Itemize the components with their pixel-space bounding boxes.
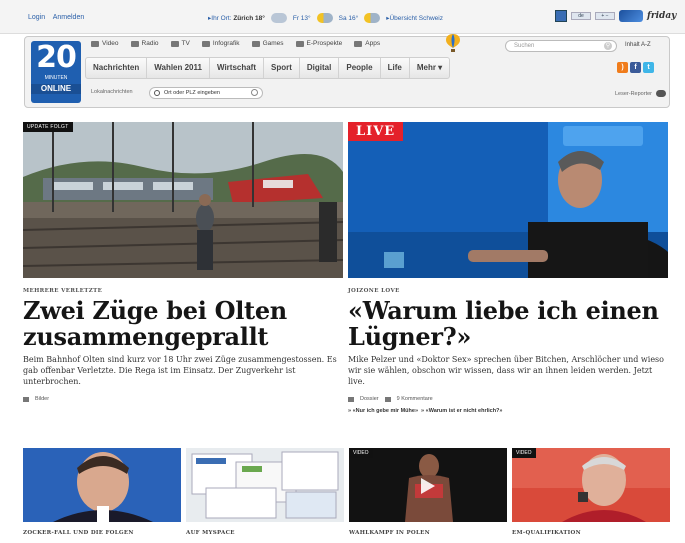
- partly-sunny-icon: [316, 13, 333, 23]
- partner-logo-icon[interactable]: [619, 10, 643, 22]
- partly-sunny-icon: [364, 13, 381, 23]
- weather-widget: ▸Ihr Ort: Zürich 18° Fr 13° Sa 16° ▸Über…: [208, 13, 443, 23]
- teaser-photo: [186, 448, 344, 522]
- radio-icon: [130, 40, 139, 47]
- video-icon: [91, 40, 99, 47]
- tab-mehr[interactable]: Mehr ▾: [410, 58, 449, 78]
- teaser-photo: [23, 448, 181, 522]
- tab-sport[interactable]: Sport: [264, 58, 300, 78]
- story-meta: Dossier 9 Kommentare: [348, 396, 433, 402]
- search-icon[interactable]: ⚲: [604, 42, 612, 50]
- balloon-icon[interactable]: [445, 33, 461, 53]
- live-badge: LIVE: [348, 122, 404, 141]
- story-kicker: JOIZONE LOVE: [348, 288, 400, 294]
- login-link[interactable]: Login: [28, 14, 45, 21]
- video-badge: VIDEO: [349, 448, 373, 458]
- service-apps[interactable]: Apps: [354, 40, 380, 47]
- register-link[interactable]: Anmelden: [53, 14, 85, 21]
- language-select[interactable]: de: [571, 12, 591, 20]
- phone-icon: [354, 40, 363, 47]
- facebook-icon[interactable]: f: [630, 62, 641, 73]
- teaser-photo: [512, 448, 670, 522]
- tab-wahlen[interactable]: Wahlen 2011: [147, 58, 210, 78]
- dossier-link[interactable]: Dossier: [360, 396, 379, 402]
- index-link[interactable]: Inhalt A-Z: [625, 42, 651, 48]
- friday-logo[interactable]: friday: [647, 11, 676, 21]
- social-links: ) f t: [617, 62, 654, 73]
- chart-icon: [201, 40, 210, 47]
- service-video[interactable]: Video: [91, 40, 119, 47]
- widget-icon[interactable]: [555, 10, 567, 22]
- story-headline[interactable]: «Warum liebe ich einen Lügner?»: [348, 298, 668, 350]
- teaser-kicker: EM-QUALIFIKATION: [512, 530, 581, 536]
- speech-bubble-icon: [656, 90, 666, 97]
- brochure-icon: [295, 40, 304, 47]
- teaser-kicker: ZOCKER-FALL UND DIE FOLGEN: [23, 530, 134, 536]
- dossier-icon: [348, 396, 354, 402]
- tab-life[interactable]: Life: [381, 58, 410, 78]
- tab-nachrichten[interactable]: Nachrichten: [86, 58, 148, 78]
- train-crash-photo: [23, 122, 343, 278]
- story-lead: Mike Pelzer und «Doktor Sex» sprechen üb…: [348, 355, 664, 386]
- tab-digital[interactable]: Digital: [300, 58, 340, 78]
- clear-icon[interactable]: [251, 89, 258, 96]
- teaser-card[interactable]: [23, 448, 181, 522]
- teaser-card[interactable]: VIDEO: [512, 448, 670, 522]
- forecast-day-2: Sa 16°: [338, 14, 359, 22]
- search-icon: [154, 90, 160, 96]
- tv-icon: [170, 40, 179, 47]
- cloud-icon: [270, 13, 287, 23]
- service-infografik[interactable]: Infografik: [201, 40, 240, 47]
- story-lead: Beim Bahnhof Olten sind kurz vor 18 Uhr …: [23, 355, 337, 386]
- service-tv[interactable]: TV: [170, 40, 190, 47]
- font-size-control[interactable]: + −: [595, 12, 615, 20]
- reader-reporter-link[interactable]: Leser-Reporter: [615, 90, 666, 97]
- tab-wirtschaft[interactable]: Wirtschaft: [210, 58, 265, 78]
- service-eprospekte[interactable]: E-Prospekte: [295, 40, 342, 47]
- story-meta[interactable]: Bilder: [23, 396, 49, 402]
- search-input[interactable]: Suchen ⚲: [505, 40, 617, 52]
- postcode-input[interactable]: Ort oder PLZ eingeben: [149, 87, 263, 99]
- twitter-icon[interactable]: t: [643, 62, 654, 73]
- update-badge: UPDATE FOLGT: [23, 122, 73, 132]
- rss-icon[interactable]: ): [617, 62, 628, 73]
- teaser-photo: [349, 448, 507, 522]
- camera-icon: [23, 396, 29, 402]
- site-header: 20 MINUTEN ONLINE Video Radio TV Infogra…: [24, 33, 670, 108]
- gamepad-icon: [251, 40, 260, 47]
- hero-image-train-crash[interactable]: UPDATE FOLGT: [23, 122, 343, 278]
- site-logo[interactable]: 20 MINUTEN ONLINE: [31, 41, 81, 103]
- teaser-kicker: WAHLKAMPF IN POLEN: [349, 530, 430, 536]
- related-link[interactable]: «Nur ich gebe mir Mühe»: [353, 408, 418, 414]
- right-tools: de + − friday: [555, 10, 676, 22]
- story-kicker: MEHRERE VERLETZTE: [23, 288, 103, 294]
- service-radio[interactable]: Radio: [130, 40, 159, 47]
- tab-people[interactable]: People: [339, 58, 381, 78]
- comment-icon: [384, 396, 391, 402]
- service-games[interactable]: Games: [251, 40, 284, 47]
- teaser-kicker: AUF MYSPACE: [186, 530, 235, 536]
- forecast-day-1: Fr 13°: [292, 14, 311, 22]
- story-headline[interactable]: Zwei Züge bei Olten zusammengeprallt: [23, 298, 343, 350]
- top-utility-bar: Login Anmelden ▸Ihr Ort: Zürich 18° Fr 1…: [0, 0, 685, 34]
- weather-overview-link[interactable]: ▸Übersicht Schweiz: [386, 14, 443, 22]
- video-badge: VIDEO: [512, 448, 536, 458]
- hero-image-live-show[interactable]: LIVE: [348, 122, 668, 278]
- teaser-card[interactable]: [186, 448, 344, 522]
- local-news-label: Lokalnachrichten: [91, 89, 133, 95]
- comments-link[interactable]: 9 Kommentare: [397, 396, 433, 402]
- live-show-photo: [348, 122, 668, 278]
- location-link[interactable]: ▸Ihr Ort: Zürich 18°: [208, 14, 265, 22]
- related-links: » «Nur ich gebe mir Mühe» » «Warum ist e…: [348, 408, 503, 414]
- main-nav: Nachrichten Wahlen 2011 Wirtschaft Sport…: [85, 57, 451, 79]
- service-links: Video Radio TV Infografik Games E-Prospe…: [91, 40, 380, 47]
- related-link[interactable]: «Warum ist er nicht ehrlich?»: [426, 408, 503, 414]
- account-links: Login Anmelden: [28, 14, 90, 21]
- teaser-card[interactable]: VIDEO: [349, 448, 507, 522]
